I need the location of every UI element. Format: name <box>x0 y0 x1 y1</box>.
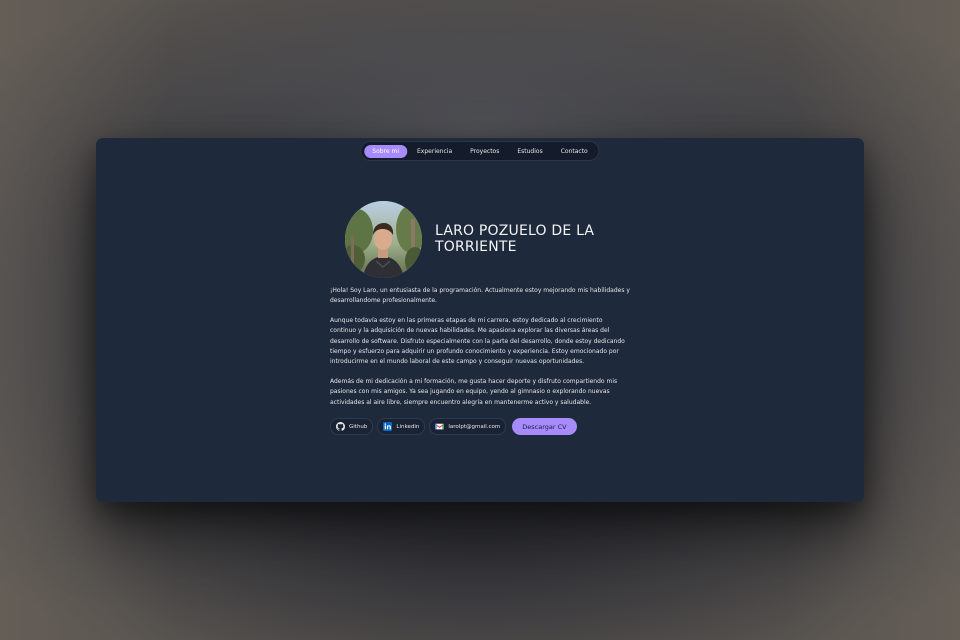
linkedin-label: Linkedin <box>396 423 420 430</box>
email-label: larolpt@gmail.com <box>448 423 501 430</box>
profile-avatar <box>345 200 422 278</box>
download-cv-button[interactable]: Descargar CV <box>512 418 577 436</box>
nav-item-sobre-mi[interactable]: Sobre mi <box>364 144 408 158</box>
nav-item-estudios[interactable]: Estudios <box>509 145 550 158</box>
linkedin-link[interactable]: Linkedin <box>377 418 426 436</box>
contact-links: Github Linkedin larolpt@gmail.com Descar… <box>330 418 630 436</box>
top-navigation: Sobre mi Experiencia Proyectos Estudios … <box>360 141 600 161</box>
nav-item-experiencia[interactable]: Experiencia <box>409 145 460 158</box>
github-label: Github <box>349 423 368 430</box>
email-link[interactable]: larolpt@gmail.com <box>429 418 507 436</box>
nav-item-proyectos[interactable]: Proyectos <box>462 145 507 158</box>
about-paragraph: Además de mi dedicación a mi formación, … <box>330 377 618 406</box>
github-icon <box>336 422 346 431</box>
profile-header: LARO POZUELO DE LA TORRIENTE <box>345 200 630 278</box>
about-paragraph: ¡Hola! Soy Laro, un entusiasta de la pro… <box>330 287 630 305</box>
about-section: LARO POZUELO DE LA TORRIENTE ¡Hola! Soy … <box>330 200 630 436</box>
profile-name: LARO POZUELO DE LA TORRIENTE <box>435 223 595 255</box>
portfolio-window: Sobre mi Experiencia Proyectos Estudios … <box>96 138 864 502</box>
linkedin-icon <box>383 422 393 432</box>
about-paragraph: Aunque todavía estoy en las primeras eta… <box>330 316 625 366</box>
gmail-icon <box>435 422 445 431</box>
profile-photo <box>345 200 422 278</box>
github-link[interactable]: Github <box>330 418 374 436</box>
nav-item-contacto[interactable]: Contacto <box>553 145 596 158</box>
